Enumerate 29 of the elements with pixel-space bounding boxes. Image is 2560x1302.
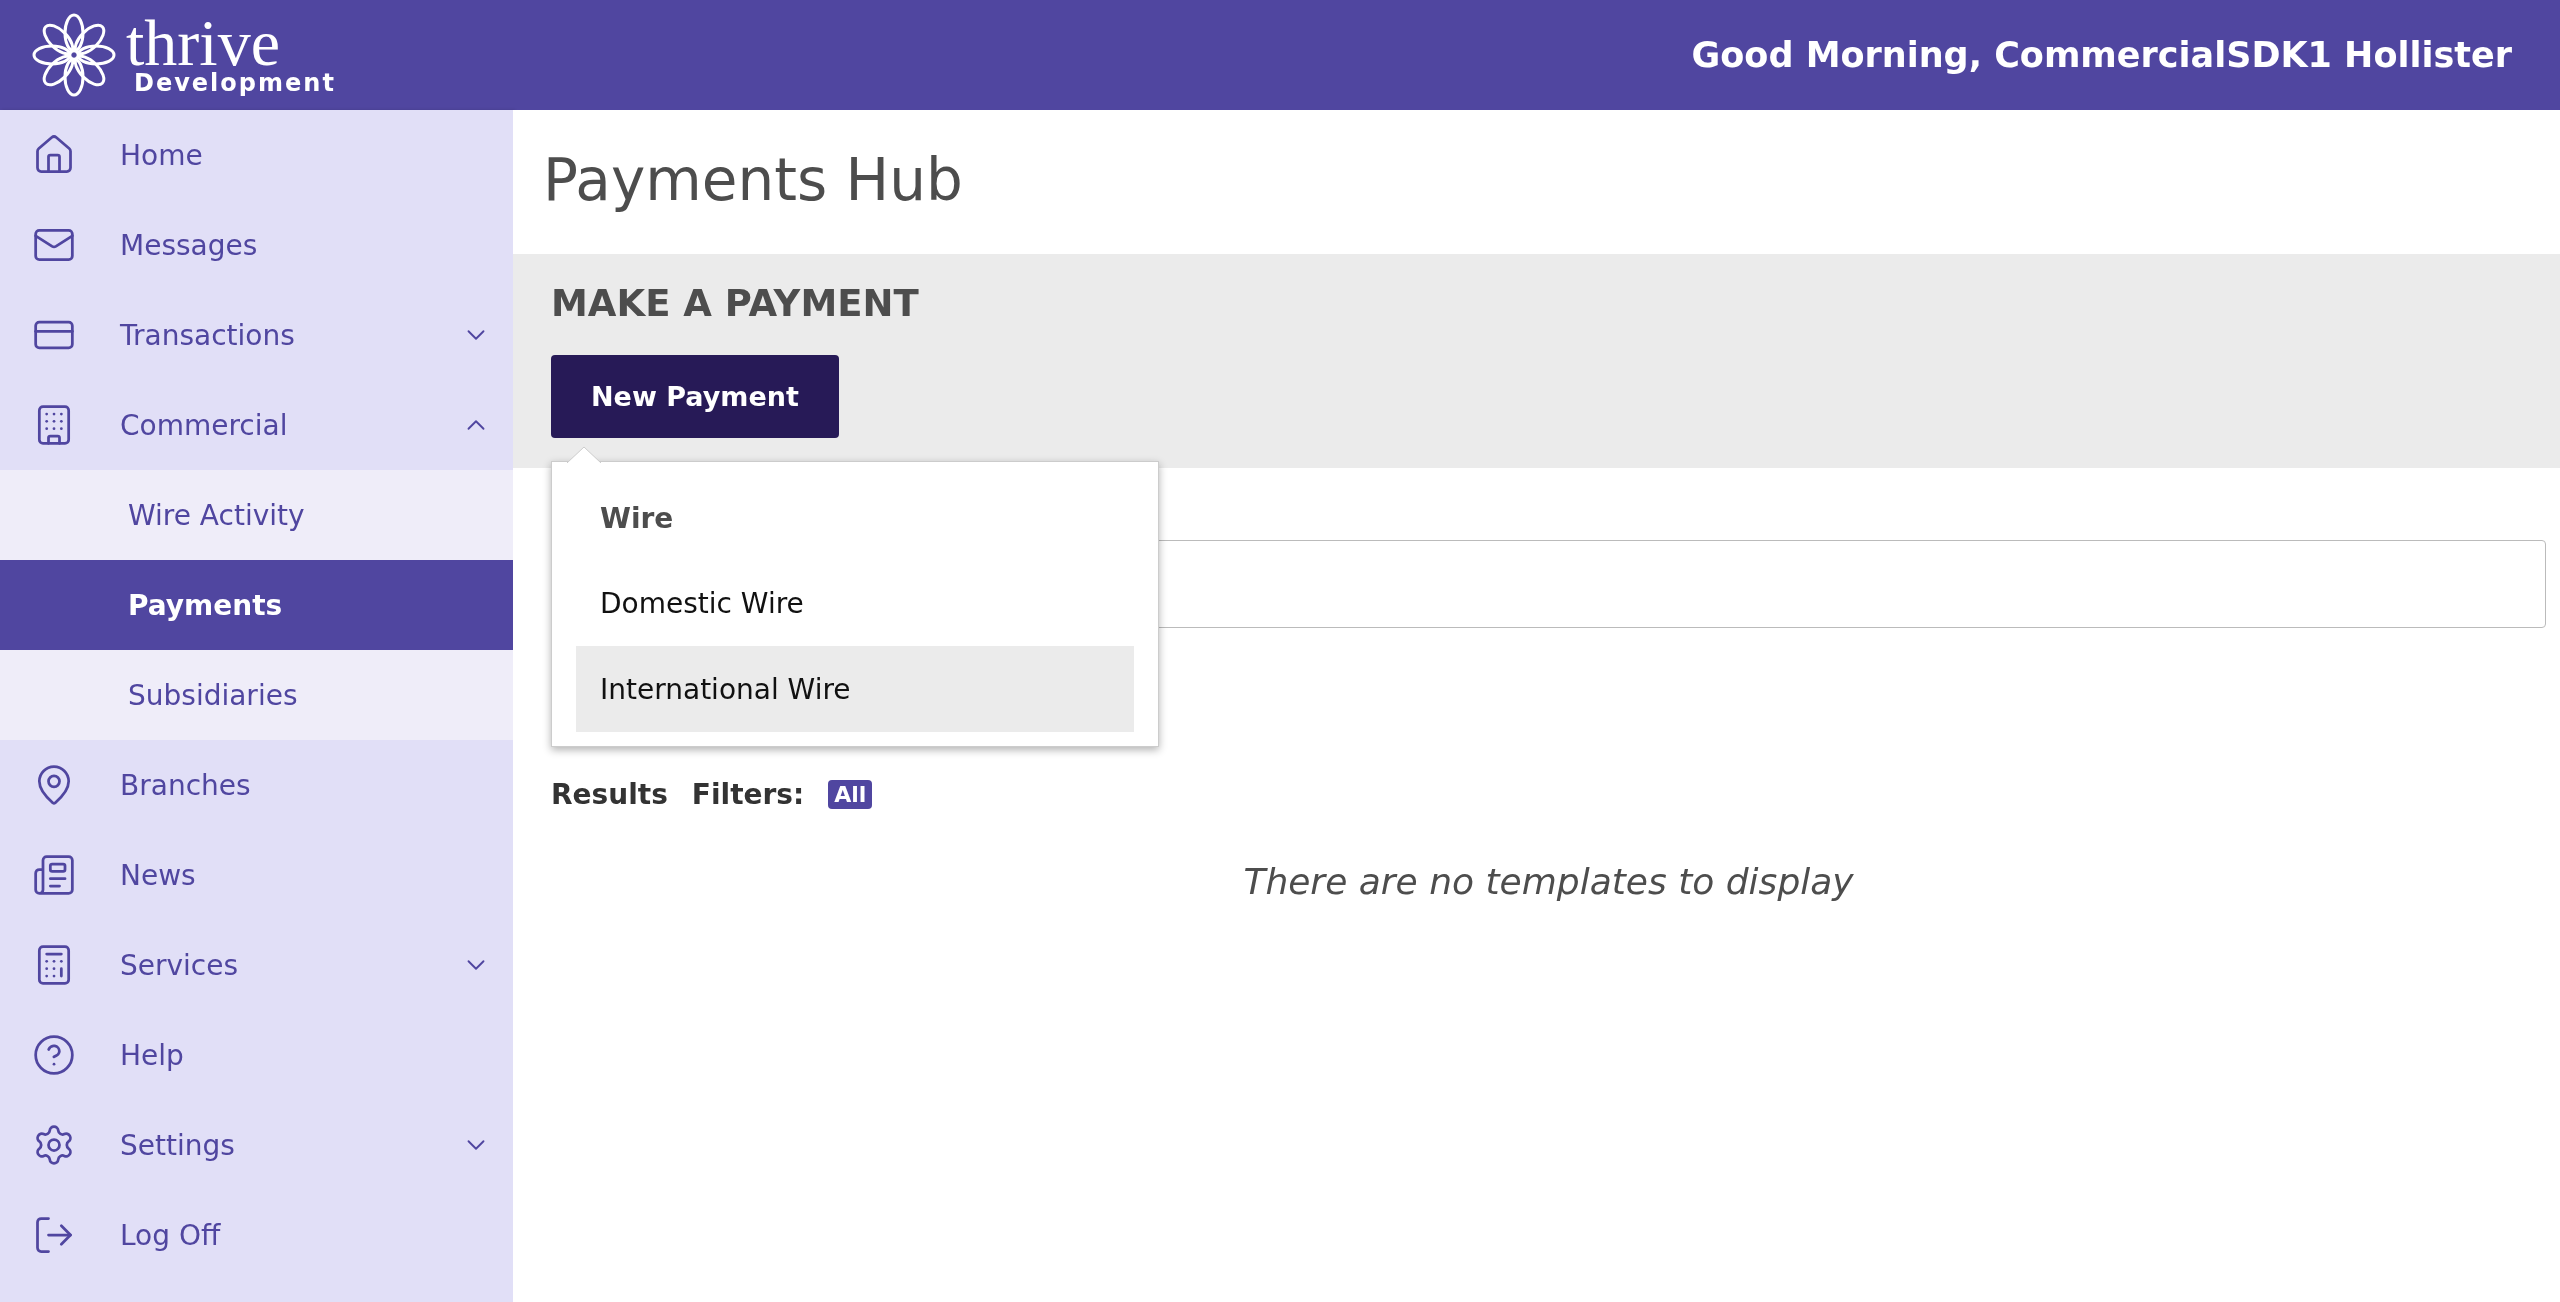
sidebar-item[interactable]: Branches [0,740,513,830]
sidebar-item[interactable]: Log Off [0,1190,513,1280]
sidebar-item[interactable]: Help [0,1010,513,1100]
menu-item[interactable]: Domestic Wire [576,560,1134,646]
help-icon [32,1033,76,1077]
sidebar-item[interactable]: News [0,830,513,920]
greeting-text: Good Morning, CommercialSDK1 Hollister [1691,35,2512,75]
page-title: Payments Hub [542,145,964,216]
sidebar-subitem[interactable]: Wire Activity [0,470,513,560]
new-payment-button[interactable]: New Payment [551,355,839,438]
sidebar-subitem[interactable]: Subsidiaries [0,650,513,740]
menu-item[interactable]: International Wire [576,646,1134,732]
brand-name: thrive [126,15,280,71]
flower-logo-icon [32,13,116,97]
sidebar-item[interactable]: Messages [0,200,513,290]
section-title: MAKE A PAYMENT [551,282,919,325]
menu-group-heading: Wire [599,500,675,537]
sidebar-item[interactable]: Home [0,110,513,200]
sidebar-subitem[interactable]: Payments [0,560,513,650]
brand-subtitle: Development [134,71,336,95]
results-label: Results [551,778,668,811]
filters-label: Filters: [691,778,805,811]
sidebar-item[interactable]: Settings [0,1100,513,1190]
empty-message: There are no templates to display [1242,861,1855,902]
sidebar-item[interactable]: Transactions [0,290,513,380]
sidebar-item[interactable]: Services [0,920,513,1010]
filter-tag[interactable]: All [828,780,873,809]
sidebar-item[interactable]: Commercial [0,380,513,470]
newspaper-icon [32,853,76,897]
